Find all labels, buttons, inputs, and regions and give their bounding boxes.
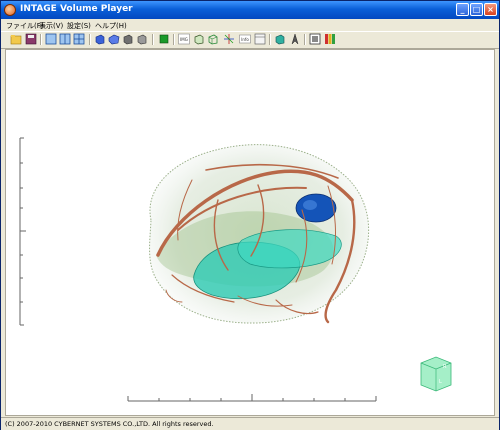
toolbar-separator: [40, 34, 42, 45]
palette-grid-icon[interactable]: [324, 33, 336, 45]
layout-single-icon[interactable]: [45, 33, 57, 45]
cube-outline-icon[interactable]: [193, 33, 205, 45]
layout-quad-icon[interactable]: [73, 33, 85, 45]
menu-bar: ファイル(F) 表示(V) 設定(S) ヘルプ(H): [1, 19, 499, 31]
copyright-text: (C) 2007-2010 CYBERNET SYSTEMS CO.,LTD. …: [5, 420, 214, 428]
cube-blue-icon[interactable]: [94, 33, 106, 45]
vertical-ruler: [19, 137, 26, 326]
compass-icon[interactable]: [289, 33, 301, 45]
title-bar[interactable]: INTAGE Volume Player _ □ ×: [1, 1, 499, 19]
img-label: IMG: [180, 37, 188, 42]
toolbar-separator: [269, 34, 271, 45]
volume-render[interactable]: [149, 144, 370, 324]
volume-viewport[interactable]: R L: [5, 49, 495, 416]
menu-help[interactable]: ヘルプ(H): [95, 21, 127, 31]
cube-gray-icon[interactable]: [122, 33, 134, 45]
cube-teal-icon[interactable]: [274, 33, 286, 45]
status-bar: (C) 2007-2010 CYBERNET SYSTEMS CO.,LTD. …: [1, 417, 499, 430]
cube-blue-tilted-icon[interactable]: [108, 33, 120, 45]
minimize-button[interactable]: _: [456, 3, 469, 16]
panel-icon[interactable]: [254, 33, 266, 45]
app-icon[interactable]: [4, 4, 16, 16]
toolbar-separator: [89, 34, 91, 45]
orientation-cube[interactable]: R L: [420, 356, 452, 392]
menu-view[interactable]: 表示(V): [39, 21, 63, 31]
toolbar: IMG Info: [1, 31, 499, 49]
horizontal-ruler: [127, 394, 377, 402]
close-button[interactable]: ×: [484, 3, 497, 16]
toolbar-separator: [173, 34, 175, 45]
toolbar-separator: [304, 34, 306, 45]
tumor-nodule: [295, 193, 337, 223]
info-label: Info: [241, 37, 249, 42]
window-title: INTAGE Volume Player: [20, 4, 133, 14]
cube-label-r: R: [443, 364, 447, 370]
green-square-icon[interactable]: [158, 33, 170, 45]
cube-label-l: L: [439, 379, 442, 385]
maximize-button[interactable]: □: [470, 3, 483, 16]
layout-split-vertical-icon[interactable]: [59, 33, 71, 45]
save-disk-icon[interactable]: [25, 33, 37, 45]
wireframe-cube-icon[interactable]: [207, 33, 219, 45]
toolbar-separator: [152, 34, 154, 45]
axis-star-icon[interactable]: [223, 33, 235, 45]
menu-file[interactable]: ファイル(F): [6, 21, 44, 31]
open-folder-icon[interactable]: [10, 33, 22, 45]
menu-settings[interactable]: 設定(S): [67, 21, 91, 31]
window-icon[interactable]: [309, 33, 321, 45]
app-window: INTAGE Volume Player _ □ × ファイル(F) 表示(V)…: [0, 0, 500, 430]
tag-icon[interactable]: Info: [239, 33, 251, 45]
cube-dark-icon[interactable]: [136, 33, 148, 45]
text-label-icon[interactable]: IMG: [178, 33, 190, 45]
